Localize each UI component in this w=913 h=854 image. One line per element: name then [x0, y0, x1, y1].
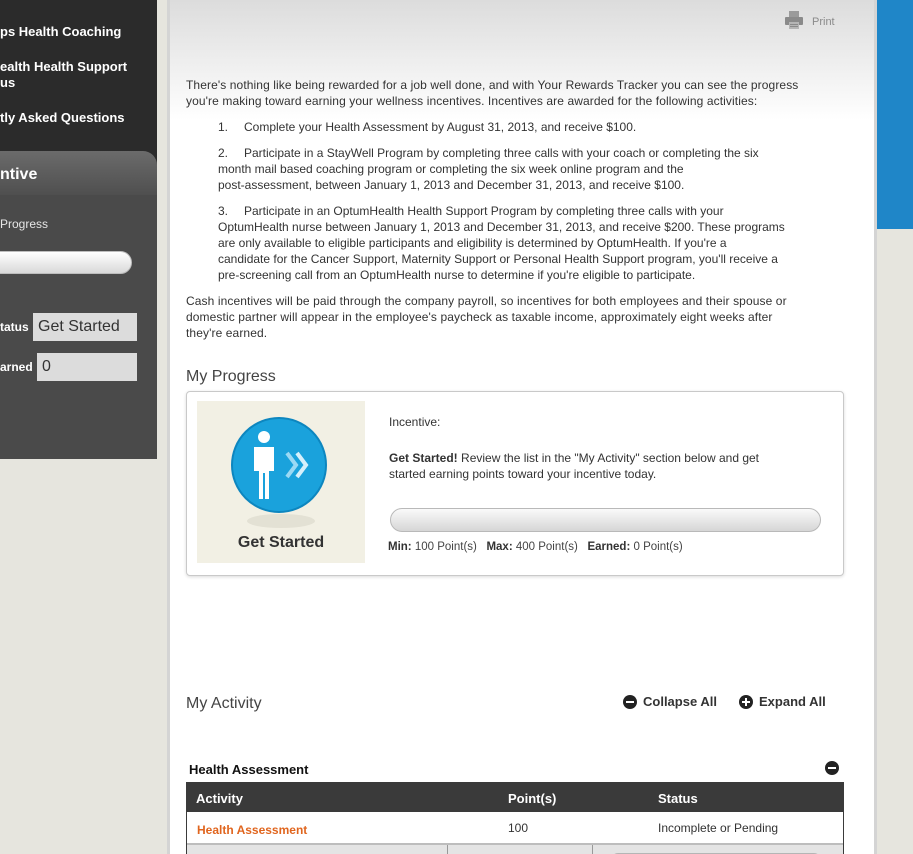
column-divider	[592, 845, 593, 854]
max-label: Max:	[486, 541, 513, 553]
column-header-points: Point(s)	[508, 791, 557, 806]
sidebar-earned-value: 0	[37, 353, 137, 381]
sidebar-incentive-title: ntive	[0, 166, 38, 183]
intro-line-1: There's nothing like being rewarded for …	[186, 78, 799, 92]
progress-panel: Get Started Incentive: Get Started! Revi…	[186, 391, 844, 576]
collapse-icon	[623, 694, 637, 709]
cash-line-2: domestic partner will appear in the empl…	[186, 310, 773, 324]
incentive-list-item-2: 2. Participate in a StayWell Program by c…	[218, 145, 828, 193]
table-header: Activity Point(s) Status	[187, 783, 843, 812]
points-summary: Min: 100 Point(s) Max: 400 Point(s) Earn…	[388, 541, 683, 553]
max-value: 400 Point(s)	[515, 541, 578, 553]
expand-all-button[interactable]: Expand All	[739, 694, 826, 709]
incentive-label: Incentive:	[389, 415, 441, 429]
list-text: post-assessment, between January 1, 2013…	[218, 178, 685, 192]
list-text: Participate in a StayWell Program by com…	[244, 146, 759, 160]
sidebar-earned-label: arned	[0, 360, 33, 374]
sidebar-progress-bar	[0, 251, 132, 274]
min-label: Min:	[388, 541, 412, 553]
sidebar-status-label: tatus	[0, 320, 29, 334]
print-label: Print	[812, 15, 835, 28]
collapse-all-button[interactable]: Collapse All	[623, 694, 717, 709]
person-arrow-icon	[231, 417, 331, 538]
sidebar-link-health-coaching[interactable]: ps Health Coaching	[0, 23, 121, 40]
sidebar-link-health-support[interactable]: ealth Health Support	[0, 58, 127, 75]
print-button[interactable]: Print	[784, 10, 835, 33]
list-number: 1.	[218, 120, 229, 134]
earned-label: Earned:	[587, 541, 631, 553]
section-collapse-icon[interactable]	[825, 761, 839, 775]
list-text: OptumHealth nurse between January 1, 201…	[218, 220, 785, 234]
list-text: month mail based coaching program or com…	[218, 162, 684, 176]
my-progress-heading: My Progress	[186, 368, 276, 385]
list-text: Complete your Health Assessment by Augus…	[244, 120, 637, 134]
column-divider	[447, 845, 448, 854]
get-started-bold: Get Started!	[389, 451, 458, 465]
points-cell: 100	[508, 821, 529, 835]
list-text: are only available to eligible participa…	[218, 236, 727, 250]
get-started-text-1: Review the list in the "My Activity" sec…	[457, 451, 760, 465]
list-text: pre-screening call from an OptumHealth n…	[218, 268, 696, 282]
printer-icon	[784, 10, 804, 33]
list-number: 2.	[218, 146, 229, 160]
activity-link[interactable]: Health Assessment	[197, 823, 307, 837]
intro-line-2: you're making toward earning your wellne…	[186, 94, 758, 108]
earned-value: 0 Point(s)	[633, 541, 683, 553]
column-header-activity: Activity	[196, 791, 243, 806]
sidebar-link-faq[interactable]: tly Asked Questions	[0, 109, 125, 126]
expand-icon	[739, 694, 753, 709]
incentive-badge: Get Started	[197, 401, 365, 563]
cash-line-1: Cash incentives will be paid through the…	[186, 294, 787, 308]
right-accent-strip	[877, 0, 913, 229]
sidebar-link-health-support-cont[interactable]: us	[0, 74, 15, 91]
list-number: 3.	[218, 204, 229, 218]
sidebar-progress-label: Progress	[0, 217, 49, 231]
incentive-list-item-1: 1. Complete your Health Assessment by Aug…	[218, 119, 828, 135]
sidebar-status-value: Get Started	[33, 313, 137, 341]
status-cell: Incomplete or Pending	[658, 821, 779, 835]
main-content: Print There's nothing like being rewarde…	[167, 0, 877, 854]
get-started-text-2: started earning points toward your incen…	[389, 467, 657, 481]
my-activity-heading: My Activity	[186, 695, 262, 712]
list-text: candidate for the Cancer Support, Matern…	[218, 252, 778, 266]
table-row-detail	[187, 843, 843, 854]
incentive-list-item-3: 3. Participate in an OptumHealth Health S…	[218, 203, 828, 283]
column-header-status: Status	[658, 791, 698, 806]
badge-label: Get Started	[237, 534, 325, 551]
list-text: Participate in an OptumHealth Health Sup…	[244, 204, 724, 218]
min-value: 100 Point(s)	[414, 541, 477, 553]
collapse-all-label: Collapse All	[643, 694, 717, 709]
activity-table: Activity Point(s) Status Health Assessme…	[186, 782, 844, 854]
expand-all-label: Expand All	[759, 694, 826, 709]
get-started-message: Get Started! Review the list in the "My …	[389, 450, 819, 482]
cash-line-3: they're earned.	[186, 326, 268, 340]
incentive-progress-bar	[390, 508, 821, 532]
table-row: Health Assessment 100 Incomplete or Pend…	[187, 812, 843, 843]
health-assessment-section-title: Health Assessment	[189, 762, 309, 777]
